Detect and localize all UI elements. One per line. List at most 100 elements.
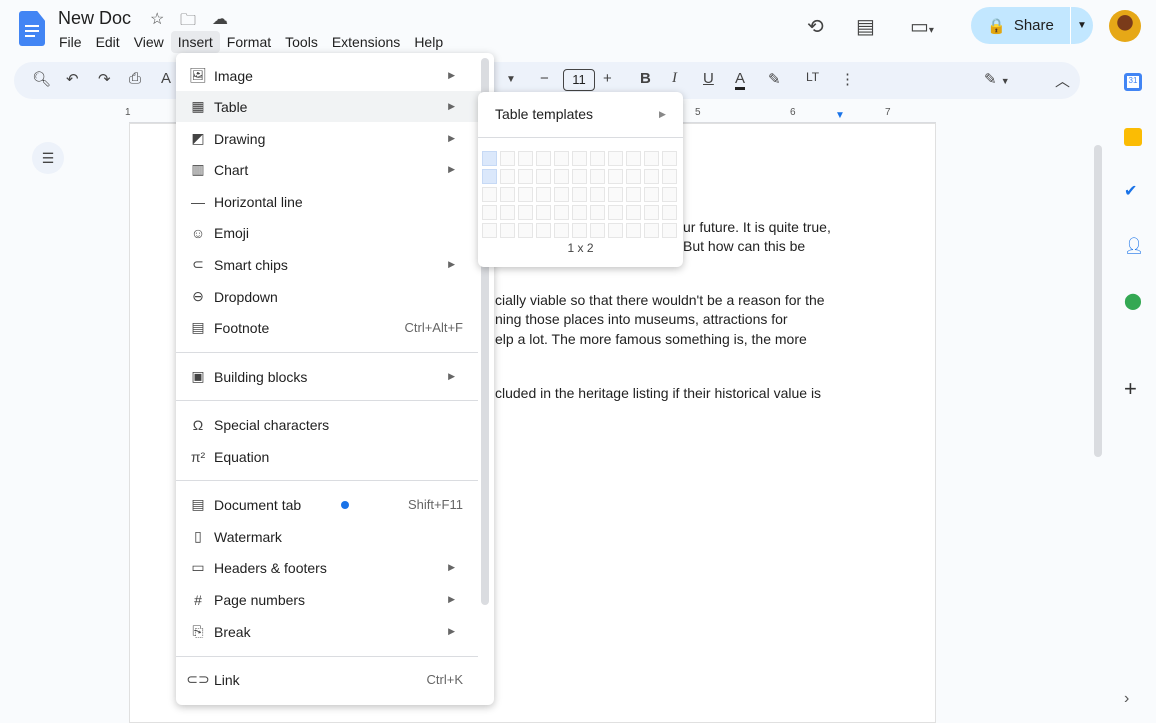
menu-view[interactable]: View (127, 31, 171, 53)
menu-item-document-tab[interactable]: ▤ Document tab Shift+F11 (176, 489, 481, 520)
table-grid-cell[interactable] (590, 205, 605, 220)
more-icon[interactable]: ⋮ (840, 70, 855, 88)
menu-tools[interactable]: Tools (278, 31, 325, 53)
menu-item-special-characters[interactable]: Ω Special characters (176, 409, 481, 440)
tasks-icon[interactable]: ✔ (1124, 183, 1142, 201)
table-grid-cell[interactable] (572, 223, 587, 238)
table-grid-cell[interactable] (554, 169, 569, 184)
table-grid-cell[interactable] (518, 151, 533, 166)
table-grid-cell[interactable] (662, 169, 677, 184)
table-grid-cell[interactable] (572, 205, 587, 220)
font-size-input[interactable]: 11 (563, 69, 595, 91)
table-grid-cell[interactable] (482, 223, 497, 238)
contacts-icon[interactable]: 👤︎ (1124, 238, 1144, 256)
print-icon[interactable]: ⎙ (129, 70, 141, 87)
meet-icon[interactable]: ▭▾ (910, 14, 934, 39)
document-title[interactable]: New Doc (58, 8, 131, 29)
table-grid-cell[interactable] (500, 187, 515, 202)
table-grid-cell[interactable] (554, 187, 569, 202)
table-grid-cell[interactable] (590, 223, 605, 238)
document-scrollbar[interactable] (1094, 145, 1102, 457)
menu-item-equation[interactable]: π² Equation (176, 441, 481, 472)
table-grid-cell[interactable] (608, 187, 623, 202)
comments-icon[interactable]: ▤ (856, 14, 875, 39)
table-size-grid[interactable] (482, 151, 677, 238)
search-icon[interactable]: 🔍︎ (32, 70, 51, 88)
table-grid-cell[interactable] (644, 151, 659, 166)
menu-item-table[interactable]: ▦ Table ▶ (176, 91, 481, 122)
menu-item-link[interactable]: ⊂⊃ Link Ctrl+K (176, 664, 481, 695)
menu-item-smart-chips[interactable]: ⊂ Smart chips ▶ (176, 249, 481, 280)
table-grid-cell[interactable] (590, 187, 605, 202)
increase-font-icon[interactable]: + (603, 70, 612, 87)
table-grid-cell[interactable] (554, 151, 569, 166)
table-grid-cell[interactable] (518, 205, 533, 220)
menu-item-image[interactable]: 🖼︎ Image ▶ (176, 60, 481, 91)
table-grid-cell[interactable] (644, 205, 659, 220)
star-icon[interactable]: ☆ (150, 9, 164, 29)
table-grid-cell[interactable] (500, 223, 515, 238)
table-grid-cell[interactable] (500, 169, 515, 184)
menu-item-horizontal-line[interactable]: — Horizontal line (176, 186, 481, 217)
menu-item-emoji[interactable]: ☺ Emoji (176, 217, 481, 248)
table-grid-cell[interactable] (662, 223, 677, 238)
table-grid-cell[interactable] (644, 187, 659, 202)
table-grid-cell[interactable] (644, 223, 659, 238)
menu-item-headers-footers[interactable]: ▭ Headers & footers ▶ (176, 552, 481, 583)
table-grid-cell[interactable] (644, 169, 659, 184)
keep-icon[interactable] (1124, 128, 1142, 146)
menu-item-drawing[interactable]: ◩ Drawing ▶ (176, 123, 481, 154)
outline-icon[interactable]: ☰ (32, 142, 64, 174)
share-button[interactable]: 🔒 Share ▼ (971, 7, 1093, 44)
share-dropdown-icon[interactable]: ▼ (1071, 20, 1093, 31)
table-grid-cell[interactable] (626, 223, 641, 238)
table-grid-cell[interactable] (626, 169, 641, 184)
menu-format[interactable]: Format (220, 31, 278, 53)
menu-item-watermark[interactable]: ▯ Watermark (176, 521, 481, 552)
add-addon-icon[interactable]: + (1124, 378, 1142, 400)
table-grid-cell[interactable] (608, 223, 623, 238)
table-grid-cell[interactable] (626, 187, 641, 202)
table-grid-cell[interactable] (536, 151, 551, 166)
menu-insert[interactable]: Insert (170, 31, 220, 53)
menu-edit[interactable]: Edit (89, 31, 127, 53)
redo-icon[interactable]: ↷ (98, 70, 111, 88)
table-grid-cell[interactable] (536, 223, 551, 238)
table-grid-cell[interactable] (536, 169, 551, 184)
table-grid-cell[interactable] (572, 187, 587, 202)
menu-item-break[interactable]: ⎘ Break ▶ (176, 616, 481, 647)
table-grid-cell[interactable] (536, 187, 551, 202)
table-grid-cell[interactable] (608, 151, 623, 166)
decrease-font-icon[interactable]: − (540, 70, 549, 87)
table-templates-item[interactable]: Table templates (495, 106, 593, 122)
text-color-icon[interactable]: A (735, 70, 746, 90)
table-grid-cell[interactable] (662, 151, 677, 166)
table-grid-cell[interactable] (662, 205, 677, 220)
docs-logo[interactable] (19, 11, 45, 46)
underline-icon[interactable]: U (703, 70, 714, 87)
menu-item-page-numbers[interactable]: # Page numbers ▶ (176, 584, 481, 615)
table-grid-cell[interactable] (554, 205, 569, 220)
menu-item-dropdown[interactable]: ⊖ Dropdown (176, 281, 481, 312)
avatar[interactable] (1109, 10, 1141, 42)
calendar-icon[interactable]: 31 (1124, 73, 1142, 91)
table-grid-cell[interactable] (500, 151, 515, 166)
table-grid-cell[interactable] (554, 223, 569, 238)
menu-extensions[interactable]: Extensions (325, 31, 407, 53)
table-grid-cell[interactable] (626, 205, 641, 220)
font-dropdown-icon[interactable]: ▼ (506, 74, 516, 85)
version-history-icon[interactable]: ⟲ (807, 14, 824, 39)
table-grid-cell[interactable] (572, 151, 587, 166)
maps-icon[interactable]: ⬤ (1124, 293, 1142, 311)
table-grid-cell[interactable] (590, 151, 605, 166)
menu-help[interactable]: Help (407, 31, 450, 53)
editing-mode-icon[interactable]: ✎ ▼ (984, 70, 1010, 88)
table-grid-cell[interactable] (518, 169, 533, 184)
highlight-icon[interactable]: ✎ (768, 70, 781, 88)
menu-item-chart[interactable]: ▥ Chart ▶ (176, 154, 481, 185)
table-grid-cell[interactable] (590, 169, 605, 184)
table-grid-cell[interactable] (536, 205, 551, 220)
table-grid-cell[interactable] (482, 151, 497, 166)
spellcheck-icon[interactable]: A (161, 70, 171, 87)
table-grid-cell[interactable] (482, 169, 497, 184)
